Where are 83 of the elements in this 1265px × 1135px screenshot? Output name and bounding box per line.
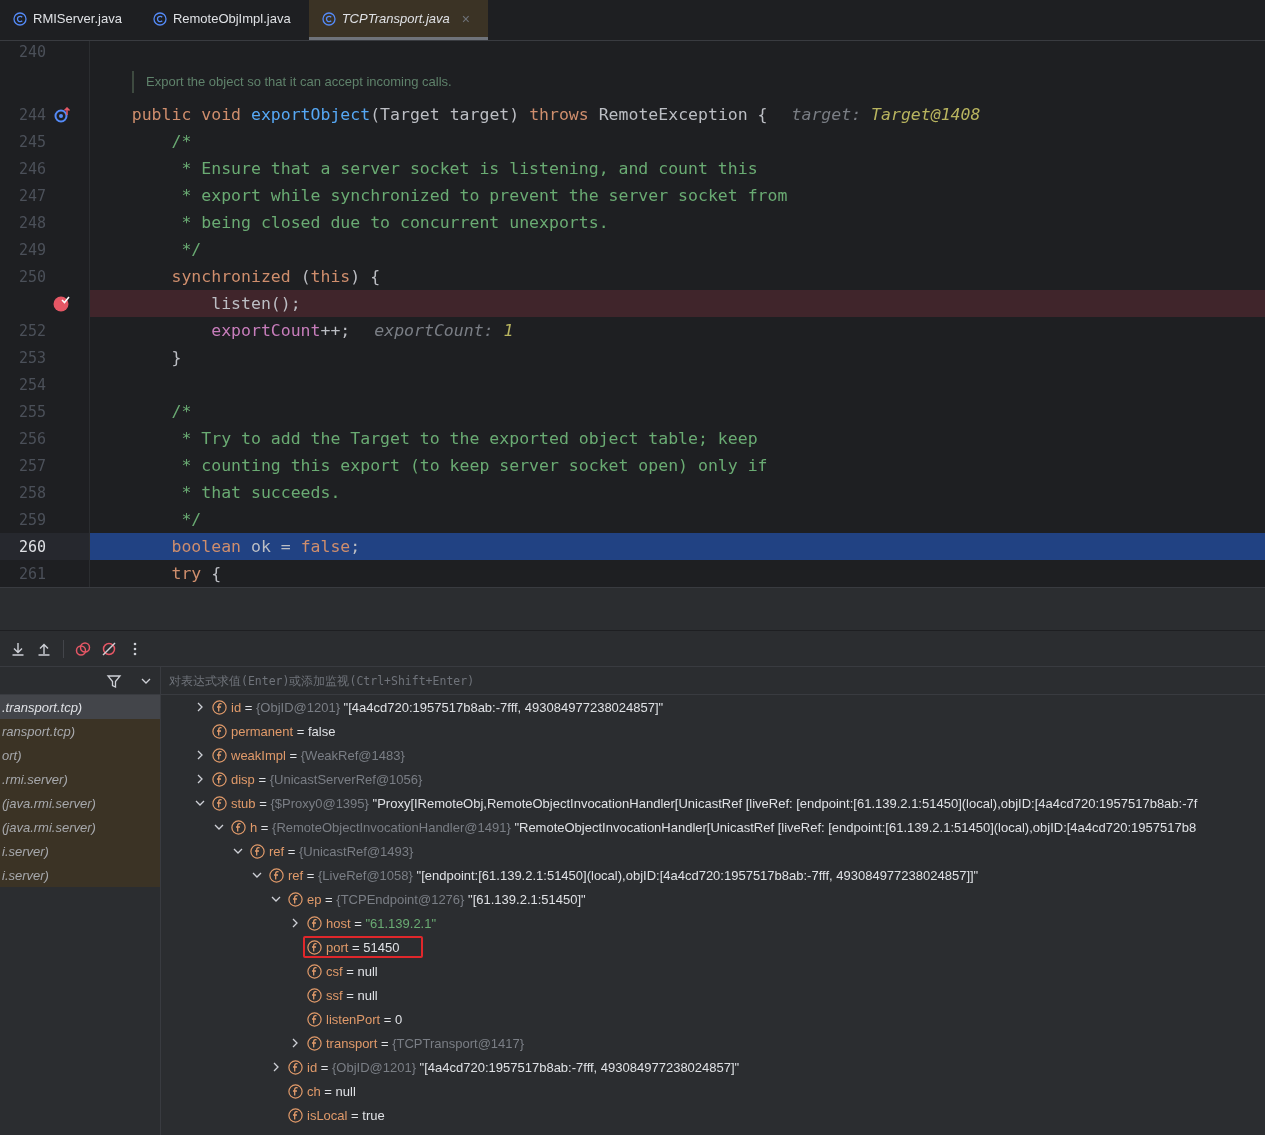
file-tab[interactable]: RemoteObjImpl.java xyxy=(139,0,309,40)
doc-comment: Export the object so that it can accept incoming calls. xyxy=(132,71,452,93)
field-icon xyxy=(212,699,227,715)
stack-frame[interactable]: (java.rmi.server) xyxy=(0,815,160,839)
download-icon[interactable] xyxy=(10,640,26,657)
code-line: /* xyxy=(170,132,192,151)
code-line: * being closed due to concurrent unexports. xyxy=(180,213,609,232)
stack-frame[interactable]: ransport.tcp) xyxy=(0,719,160,743)
stack-frame[interactable]: (java.rmi.server) xyxy=(0,791,160,815)
variable-text: ref = {LiveRef@1058} "[endpoint:[61.139.2.1:51450](local),objID:[4a4cd720:1957517b8ab:-7fff, 493084977238024857]]" xyxy=(288,867,979,883)
file-tab[interactable]: RMIServer.java xyxy=(0,0,140,40)
code-line: public void exportObject(Target target) throws RemoteException { xyxy=(130,105,768,124)
variable-text: id = {ObjID@1201} "[4a4cd720:1957517b8ab:-7fff, 493084977238024857]" xyxy=(231,699,664,715)
code-line: */ xyxy=(180,240,202,259)
stack-frame[interactable]: ort) xyxy=(0,743,160,767)
code-line: } xyxy=(170,348,182,367)
field-icon xyxy=(307,1011,322,1027)
variable-text: ch = null xyxy=(307,1083,356,1099)
chevron-icon[interactable] xyxy=(213,822,224,832)
stack-frame[interactable]: i.server) xyxy=(0,863,160,887)
code-line: exportCount++; xyxy=(210,321,351,340)
variable-text: permanent = false xyxy=(231,723,336,739)
field-icon xyxy=(307,939,322,955)
filter-icon[interactable] xyxy=(106,672,122,689)
variable-text: h = {RemoteObjectInvocationHandler@1491} "RemoteObjectInvocationHandler[UnicastRef [liveRef: [endpoint:[61.139.2.1:51450](local),objID:[4a4cd720:1957517b8 xyxy=(250,819,1197,835)
field-icon xyxy=(212,723,227,739)
variable-text: host = "61.139.2.1" xyxy=(326,915,437,931)
variable-text: stub = {$Proxy0@1395} "Proxy[IRemoteObj,RemoteObjectInvocationHandler[UnicastRef [liveRef: [endpoint:[61.139.2.1:51450](local),objID:[4a4cd720:1957517b8ab:-7f xyxy=(231,795,1198,811)
field-icon xyxy=(288,1083,303,1099)
breakpoints-icon[interactable] xyxy=(75,640,91,657)
field-icon xyxy=(288,1107,303,1123)
stack-frame[interactable]: .rmi.server) xyxy=(0,767,160,791)
file-tab[interactable]: TCPTransport.java × xyxy=(308,0,488,40)
chevron-icon[interactable] xyxy=(251,870,262,880)
breakpoint-icon[interactable] xyxy=(53,294,71,313)
variable-text: transport = {TCPTransport@1417} xyxy=(326,1035,525,1051)
field-icon xyxy=(307,915,322,931)
class-icon xyxy=(321,11,336,26)
code-line: * counting this export (to keep server socket open) only if xyxy=(180,456,768,475)
stack-frame[interactable]: i.server) xyxy=(0,839,160,863)
class-icon xyxy=(13,11,27,26)
field-icon xyxy=(269,867,284,883)
variable-text: id = {ObjID@1201} "[4a4cd720:1957517b8ab:-7fff, 493084977238024857]" xyxy=(307,1059,740,1075)
field-icon xyxy=(250,843,265,859)
field-icon xyxy=(212,795,227,811)
field-icon xyxy=(307,987,322,1003)
code-line: listen(); xyxy=(210,294,301,313)
stack-frame[interactable]: .transport.tcp) xyxy=(0,695,160,719)
field-icon xyxy=(288,1059,303,1075)
code-line: try { xyxy=(170,564,222,583)
mute-breakpoints-icon[interactable] xyxy=(101,640,117,657)
variable-text: csf = null xyxy=(326,963,378,979)
code-line: * export while synchronized to prevent the server socket from xyxy=(180,186,788,205)
override-icon[interactable] xyxy=(53,106,71,123)
variable-text: listenPort = 0 xyxy=(326,1011,403,1027)
code-line: * Try to add the Target to the exported object table; keep xyxy=(180,429,758,448)
line-number: 260 xyxy=(17,537,46,556)
variable-text: disp = {UnicastServerRef@1056} xyxy=(231,771,423,787)
variable-text: weakImpl = {WeakRef@1483} xyxy=(231,747,405,763)
class-icon xyxy=(152,11,167,26)
variable-text: ref = {UnicastRef@1493} xyxy=(269,843,414,859)
field-icon xyxy=(231,819,246,835)
inline-hint: target: Target@1408 xyxy=(791,105,981,124)
code-line: * that succeeds. xyxy=(180,483,341,502)
code-line: */ xyxy=(180,510,202,529)
variable-text: isLocal = true xyxy=(307,1107,385,1123)
evaluate-field[interactable]: 对表达式求值(Enter)或添加监视(Ctrl+Shift+Enter) xyxy=(161,667,1265,694)
inline-hint: exportCount: 1 xyxy=(374,321,514,340)
field-icon xyxy=(212,747,227,763)
chevron-icon[interactable] xyxy=(270,894,281,904)
variable-text: ep = {TCPEndpoint@1276} "[61.139.2.1:51450]" xyxy=(307,891,586,907)
chevron-icon[interactable] xyxy=(232,846,243,856)
field-icon xyxy=(307,963,322,979)
variable-text: port = 51450 xyxy=(326,939,400,955)
code-line: synchronized (this) { xyxy=(170,267,381,286)
variable-text: ssf = null xyxy=(326,987,378,1003)
code-line: * Ensure that a server socket is listening, and count this xyxy=(180,159,758,178)
chevron-icon[interactable] xyxy=(194,798,205,808)
field-icon xyxy=(307,1035,322,1051)
field-icon xyxy=(212,771,227,787)
code-line: boolean ok = false; xyxy=(170,537,361,556)
code-line: /* xyxy=(170,402,192,421)
field-icon xyxy=(288,891,303,907)
